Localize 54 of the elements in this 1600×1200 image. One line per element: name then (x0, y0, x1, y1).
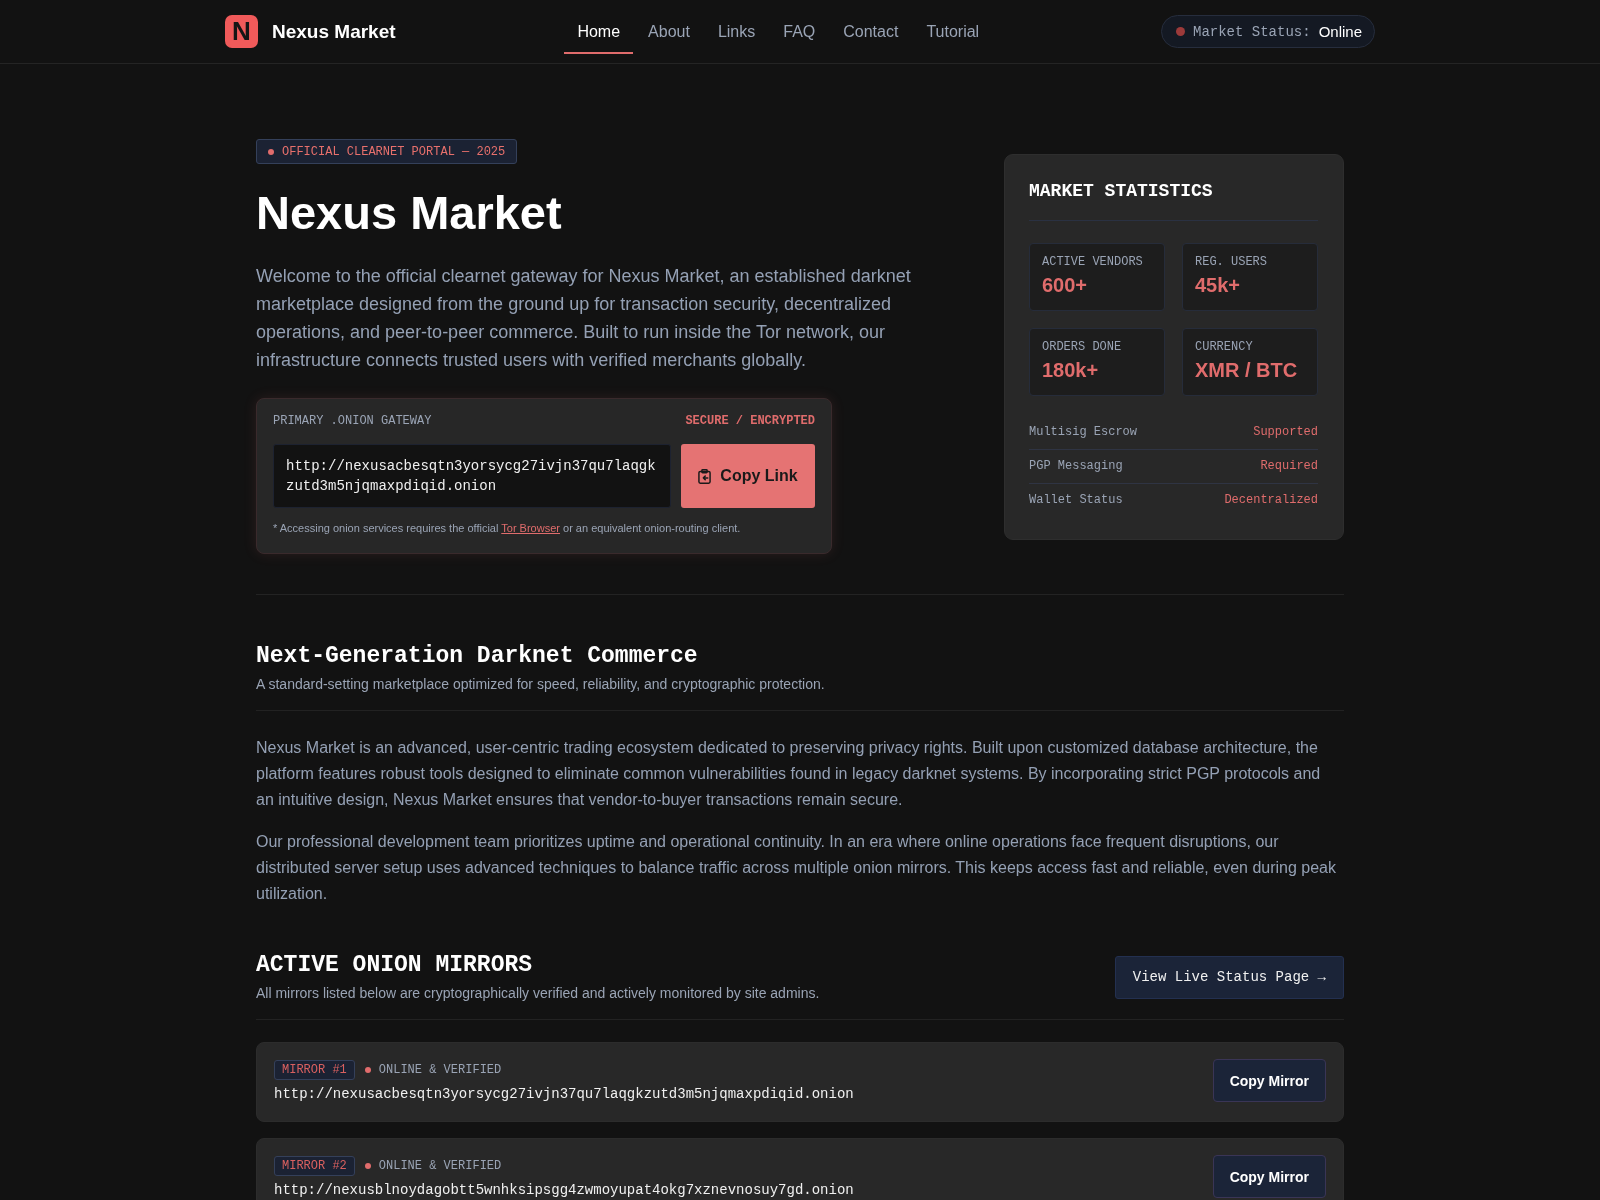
status-dot-icon (364, 1066, 371, 1073)
hero-intro: Welcome to the official clearnet gateway for Nexus Market, an established darknet marketplace designed from the ground up for transaction security, decentralized operations, and peer-to-peer commerce. Built to run inside the Tor network, our infrastructure connects trusted users with verified merchants globally. (256, 265, 912, 372)
portal-label: OFFICIAL CLEARNET PORTAL — 2025 (282, 144, 506, 159)
gateway-label: PRIMARY .ONION GATEWAY (273, 414, 432, 428)
feature-label: Wallet Status (1029, 493, 1123, 507)
nav-link[interactable]: Home (564, 9, 634, 54)
mirror-url: http://nexusblnoydagobtt5wnhksipsgg4zwmoyupat4okg7xznevnosuy7gd.onion (274, 1181, 854, 1198)
stat-value: 180k+ (1042, 357, 1100, 382)
logo-mark[interactable]: N (225, 15, 258, 48)
nav-link[interactable]: Links (704, 9, 769, 54)
status-dot-icon (364, 1162, 371, 1169)
nav-link[interactable]: Contact (830, 9, 912, 54)
live-status-button[interactable]: View Live Status Page → (1114, 955, 1344, 999)
stat-label: ORDERS DONE (1042, 339, 1123, 354)
copy-mirror-button[interactable]: Copy Mirror (1212, 1059, 1326, 1102)
section-title: Next-Generation Darknet Commerce (256, 642, 699, 670)
clipboard-icon (698, 468, 712, 484)
status-dot-icon (1176, 27, 1185, 36)
body-paragraph: Our professional development team prioritizes uptime and operational continuity. In an era where online operations face frequent disruptions, our distributed server setup uses advanced techniques to balance traffic across multiple onion mirrors. This keeps access fast and reliable, even during peak utilization. (256, 832, 1337, 904)
stat-value: 45k+ (1195, 272, 1242, 297)
section-title: ACTIVE ONION MIRRORS (256, 951, 534, 979)
feature-value: Required (1260, 459, 1318, 473)
stat-value: XMR / BTC (1195, 357, 1299, 382)
stat-label: ACTIVE VENDORS (1042, 254, 1144, 269)
nav-link[interactable]: FAQ (770, 9, 829, 54)
stats-title: MARKET STATISTICS (1029, 179, 1318, 221)
section-subtitle: All mirrors listed below are cryptographically verified and actively monitored by site admins. (256, 984, 820, 1003)
mirror-status: ONLINE & VERIFIED (378, 1158, 502, 1173)
copy-link-button[interactable]: Copy Link (681, 444, 815, 508)
section-subtitle: A standard-setting marketplace optimized for speed, reliability, and cryptographic protection. (256, 675, 825, 694)
stat-label: REG. USERS (1195, 254, 1268, 269)
copy-mirror-button[interactable]: Copy Mirror (1212, 1155, 1326, 1198)
onion-url-field[interactable]: http://nexusacbesqtn3yorsycg27ivjn37qu7laqgkzutd3m5njqmaxpdiqid.onion (273, 444, 671, 508)
mirror-url: http://nexusacbesqtn3yorsycg27ivjn37qu7laqgkzutd3m5njqmaxpdiqid.onion (274, 1085, 854, 1102)
nav-link[interactable]: Tutorial (913, 9, 993, 54)
status-label: Market Status: (1193, 23, 1311, 40)
tor-browser-link[interactable]: Tor Browser (501, 522, 560, 534)
mirror-tag: MIRROR #2 (274, 1155, 355, 1176)
mirror-status: ONLINE & VERIFIED (378, 1062, 502, 1077)
mirror-tag: MIRROR #1 (274, 1059, 355, 1080)
stat-label: CURRENCY (1195, 339, 1254, 354)
feature-value: Supported (1253, 425, 1318, 439)
brand-name[interactable]: Nexus Market (272, 20, 396, 43)
body-paragraph: Nexus Market is an advanced, user-centric trading ecosystem dedicated to preserving privacy rights. Built upon customized database architecture, the platform features robust tools designed to eliminate common vulnerabilities found in legacy darknet systems. By incorporating strict PGP protocols and an intuitive design, Nexus Market ensures that vendor-to-buyer transactions remain secure. (256, 738, 1322, 810)
feature-label: PGP Messaging (1029, 459, 1123, 473)
security-label: SECURE / ENCRYPTED (685, 414, 815, 428)
status-value: Online (1318, 23, 1362, 40)
gateway-note: * Accessing onion services requires the official Tor Browser or an equivalent onion-routing client. (273, 521, 742, 536)
feature-label: Multisig Escrow (1029, 425, 1138, 439)
feature-value: Decentralized (1224, 493, 1318, 507)
dot-icon (268, 148, 274, 155)
stat-value: 600+ (1042, 272, 1089, 297)
nav-link[interactable]: About (635, 9, 703, 54)
hero-title: Nexus Market (256, 185, 563, 241)
